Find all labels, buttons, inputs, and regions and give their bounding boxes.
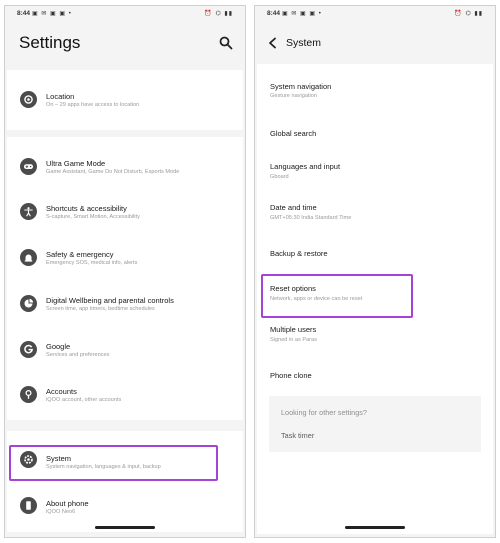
- system-item-title: Backup & restore: [270, 249, 328, 258]
- page-title: System: [286, 37, 322, 49]
- location-icon: [20, 91, 37, 108]
- other-settings-heading: Looking for other settings?: [281, 408, 367, 417]
- settings-item-subtitle: Screen time, app timers, bedtime schedul…: [46, 306, 155, 312]
- settings-item-title: Ultra Game Mode: [46, 159, 106, 168]
- back-arrow-icon[interactable]: [267, 37, 279, 49]
- system-item-title: Global search: [270, 129, 317, 138]
- system-status-icons: ⏰ ⌬ ▮▮: [204, 11, 233, 17]
- settings-item-subtitle: Services and preferences: [46, 352, 110, 358]
- settings-item-shortcuts-accessibility[interactable]: Shortcuts & accessibility S-capture, Sma…: [7, 192, 243, 234]
- settings-item-subtitle: S-capture, Smart Motion, Accessibility: [46, 214, 140, 220]
- system-item-date-time[interactable]: Date and time GMT+05:30 India Standard T…: [257, 195, 493, 231]
- emergency-icon: [20, 249, 37, 266]
- google-icon: [20, 341, 37, 358]
- status-time: 8:44: [17, 10, 31, 17]
- accessibility-icon: [20, 203, 37, 220]
- settings-screen: 8:44 ▣ ✉ ▣ ▣ • ⏰ ⌬ ▮▮ Settings Location …: [4, 5, 246, 538]
- settings-item-digital-wellbeing[interactable]: Digital Wellbeing and parental controls …: [7, 284, 243, 326]
- page-title: Settings: [19, 33, 81, 52]
- settings-item-safety-emergency[interactable]: Safety & emergency Emergency SOS, medica…: [7, 238, 243, 280]
- system-item-languages-input[interactable]: Languages and input Gboard: [257, 154, 493, 190]
- settings-item-subtitle: Game Assistant, Game Do Not Disturb, Esp…: [46, 169, 180, 175]
- status-bar: 8:44 ▣ ✉ ▣ ▣ • ⏰ ⌬ ▮▮: [5, 6, 245, 22]
- wellbeing-icon: [20, 295, 37, 312]
- other-settings-box: Looking for other settings? Task timer: [269, 396, 481, 452]
- system-item-subtitle: Gesture navigation: [270, 93, 317, 99]
- notification-icons: ▣ ✉ ▣ ▣ •: [32, 11, 72, 17]
- settings-item-google[interactable]: Google Services and preferences: [7, 330, 243, 372]
- home-indicator[interactable]: [95, 526, 155, 529]
- home-indicator[interactable]: [345, 526, 405, 529]
- location-card: Location On – 29 apps have access to loc…: [7, 70, 243, 130]
- settings-item-title: Safety & emergency: [46, 250, 114, 259]
- system-status-icons: ⏰ ⌬ ▮▮: [454, 11, 483, 17]
- system-item-global-search[interactable]: Global search: [257, 122, 493, 148]
- system-item-subtitle: GMT+05:30 India Standard Time: [270, 215, 352, 221]
- settings-item-title: Digital Wellbeing and parental controls: [46, 296, 174, 305]
- system-item-title: System navigation: [270, 82, 332, 91]
- settings-item-about-phone[interactable]: About phone iQOO Neo6: [7, 489, 243, 531]
- system-item-backup-restore[interactable]: Backup & restore: [257, 242, 493, 268]
- notification-icons: ▣ ✉ ▣ ▣ •: [282, 11, 322, 17]
- system-item-subtitle: Signed in as Paras: [270, 337, 317, 343]
- reset-options-highlight-box: [261, 274, 413, 318]
- settings-item-title: Location: [46, 92, 75, 101]
- settings-item-subtitle: On – 29 apps have access to location: [46, 102, 140, 108]
- settings-item-title: Google: [46, 342, 71, 351]
- settings-item-title: Shortcuts & accessibility: [46, 204, 127, 213]
- task-timer-link[interactable]: Task timer: [281, 431, 314, 440]
- gamepad-icon: [20, 158, 37, 175]
- system-item-title: Multiple users: [270, 325, 317, 334]
- system-item-title: Phone clone: [270, 371, 312, 380]
- system-item-title: Languages and input: [270, 162, 341, 171]
- settings-item-subtitle: iQOO account, other accounts: [46, 397, 122, 403]
- search-icon[interactable]: [219, 36, 233, 50]
- settings-item-location[interactable]: Location On – 29 apps have access to loc…: [7, 70, 243, 130]
- system-screen: 8:44 ▣ ✉ ▣ ▣ • ⏰ ⌬ ▮▮ System System navi…: [254, 5, 496, 538]
- status-time: 8:44: [267, 10, 281, 17]
- system-item-title: Date and time: [270, 203, 317, 212]
- system-item-multiple-users[interactable]: Multiple users Signed in as Paras: [257, 317, 493, 353]
- settings-item-ultra-game-mode[interactable]: Ultra Game Mode Game Assistant, Game Do …: [7, 147, 243, 189]
- system-item-subtitle: Gboard: [270, 174, 289, 180]
- status-bar: 8:44 ▣ ✉ ▣ ▣ • ⏰ ⌬ ▮▮: [255, 6, 495, 22]
- system-item-system-navigation[interactable]: System navigation Gesture navigation: [257, 74, 493, 110]
- settings-item-subtitle: iQOO Neo6: [46, 509, 76, 515]
- system-item-phone-clone[interactable]: Phone clone: [257, 364, 493, 390]
- settings-list-card: Ultra Game Mode Game Assistant, Game Do …: [7, 137, 243, 420]
- account-icon: [20, 386, 37, 403]
- settings-item-title: Accounts: [46, 387, 77, 396]
- settings-item-subtitle: Emergency SOS, medical info, alerts: [46, 260, 138, 266]
- system-highlight-box: [9, 445, 218, 481]
- settings-item-accounts[interactable]: Accounts iQOO account, other accounts: [7, 375, 243, 417]
- settings-item-title: About phone: [46, 499, 89, 508]
- phone-icon: [20, 497, 37, 514]
